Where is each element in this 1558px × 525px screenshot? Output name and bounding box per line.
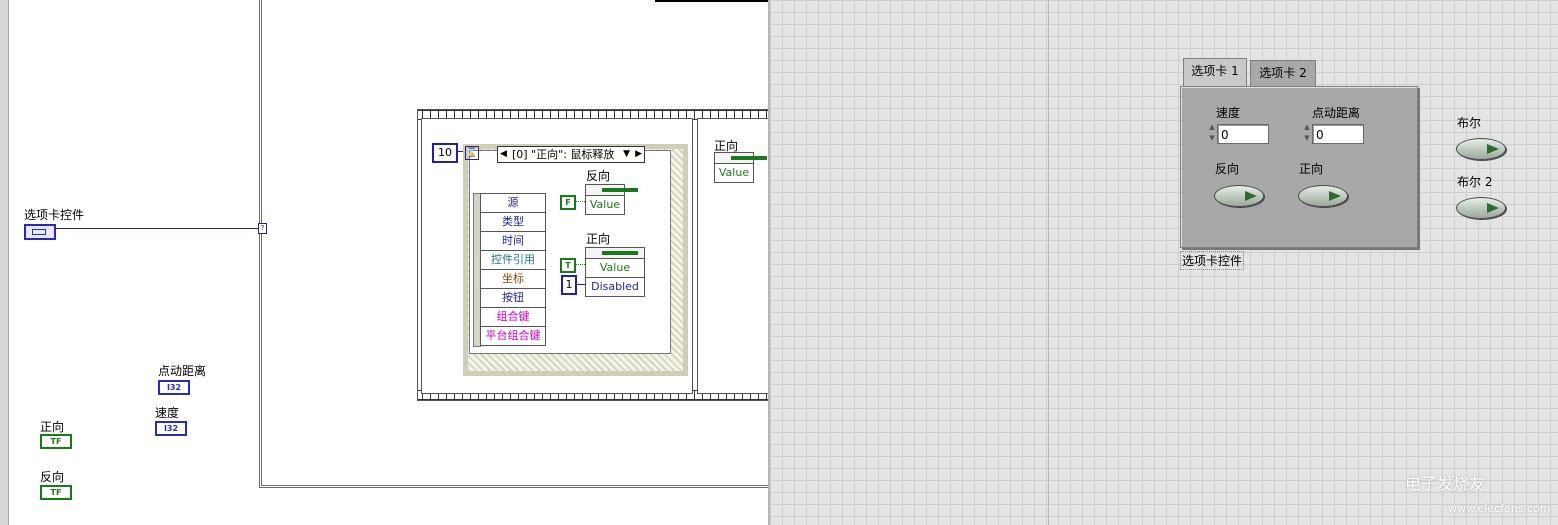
dropdown-icon[interactable]: ▼: [623, 147, 630, 162]
bool2-label: 布尔 2: [1457, 175, 1493, 189]
watermark-text: 电子发烧友: [1405, 474, 1486, 493]
speed-spinner[interactable]: ▲ ▼: [1207, 122, 1217, 146]
front-panel: [768, 0, 1558, 525]
false-constant[interactable]: F: [560, 195, 576, 210]
reverse-terminal-label: 反向: [40, 470, 65, 484]
jog-distance-input[interactable]: 0: [1312, 124, 1364, 144]
forward-terminal[interactable]: TF: [40, 434, 72, 449]
reverse-button[interactable]: [1214, 185, 1264, 207]
prev-case-icon[interactable]: ◀: [500, 147, 507, 162]
reverse-property-node[interactable]: Value: [585, 184, 638, 215]
property-row-value[interactable]: Value: [586, 259, 644, 278]
tab-control-label[interactable]: 选项卡控件: [1180, 251, 1245, 270]
forward-button[interactable]: [1298, 185, 1348, 207]
event-data-field[interactable]: 组合键: [480, 308, 546, 327]
jog-distance-terminal[interactable]: I32: [158, 380, 190, 395]
true-constant[interactable]: T: [560, 258, 576, 273]
forward-property-node[interactable]: Value Disabled: [585, 247, 645, 297]
bool1-label: 布尔: [1457, 116, 1482, 130]
blue-wire[interactable]: [56, 228, 259, 229]
reverse-terminal[interactable]: TF: [40, 485, 72, 500]
diagram-left-edge: [0, 0, 9, 525]
property-row-value[interactable]: Value: [715, 164, 753, 182]
speed-terminal[interactable]: I32: [155, 421, 187, 436]
forward-button-label: 正向: [1299, 162, 1324, 176]
speed-terminal-label: 速度: [155, 406, 180, 420]
event-case-selector[interactable]: ◀ [0] "正向": 鼠标释放 ▼ ▶: [497, 146, 645, 163]
property-row-value[interactable]: Value: [586, 196, 624, 214]
panel-divider: [1048, 0, 1049, 525]
led-icon: [1487, 203, 1499, 213]
event-data-field[interactable]: 时间: [480, 232, 546, 251]
led-icon: [1487, 144, 1499, 154]
tab-control-terminal[interactable]: [24, 224, 56, 240]
tab-2[interactable]: 选项卡 2: [1250, 60, 1316, 86]
tab-control-terminal-label: 选项卡控件: [24, 208, 85, 222]
numeric-constant[interactable]: 1: [561, 275, 577, 295]
bool1-button[interactable]: [1456, 138, 1506, 160]
led-icon: [1245, 191, 1257, 201]
reverse-node-label: 反向: [586, 169, 611, 183]
numeric-wire: [576, 284, 585, 285]
frame2-property-node[interactable]: Value: [714, 152, 767, 183]
bool2-button[interactable]: [1456, 197, 1506, 219]
property-row-disabled[interactable]: Disabled: [586, 278, 644, 296]
forward-node-label: 正向: [586, 232, 611, 246]
jog-distance-label: 点动距离: [1312, 106, 1361, 120]
event-data-node[interactable]: 源类型 时间 控件引用 坐标 按钮 组合键 平台组合键: [480, 193, 546, 346]
event-data-field[interactable]: 平台组合键: [480, 327, 546, 346]
property-node-header: [586, 185, 638, 196]
event-data-field[interactable]: 坐标: [480, 270, 546, 289]
bool-wire: [574, 264, 585, 265]
next-case-icon[interactable]: ▶: [635, 147, 642, 162]
watermark-url: www.elecfans.com: [1448, 502, 1551, 515]
led-icon: [1329, 191, 1341, 201]
forward-terminal-label: 正向: [40, 420, 65, 434]
event-case-selector-text: [0] "正向": 鼠标释放: [512, 148, 615, 161]
property-node-header: [586, 248, 644, 259]
event-data-field[interactable]: 类型: [480, 213, 546, 232]
jog-distance-terminal-label: 点动距离: [158, 364, 207, 378]
jog-distance-spinner[interactable]: ▲ ▼: [1302, 122, 1312, 146]
tab-1[interactable]: 选项卡 1: [1183, 58, 1247, 86]
property-node-header: [715, 153, 767, 164]
event-data-field[interactable]: 控件引用: [480, 251, 546, 270]
case-tunnel[interactable]: ?: [258, 223, 267, 234]
timeout-constant[interactable]: 10: [432, 143, 458, 163]
reverse-button-label: 反向: [1215, 162, 1240, 176]
bool-wire: [574, 201, 585, 202]
hourglass-icon: ⌛: [465, 146, 479, 160]
block-diagram: 选项卡控件 ? 点动距离 I32 速度 I32 正向 TF 反向 TF 10 ⌛…: [0, 0, 768, 525]
speed-label: 速度: [1216, 106, 1241, 120]
speed-input[interactable]: 0: [1217, 124, 1269, 144]
event-data-field[interactable]: 源: [480, 193, 546, 213]
event-data-field[interactable]: 按钮: [480, 289, 546, 308]
loop-top-edge: [655, 0, 768, 2]
